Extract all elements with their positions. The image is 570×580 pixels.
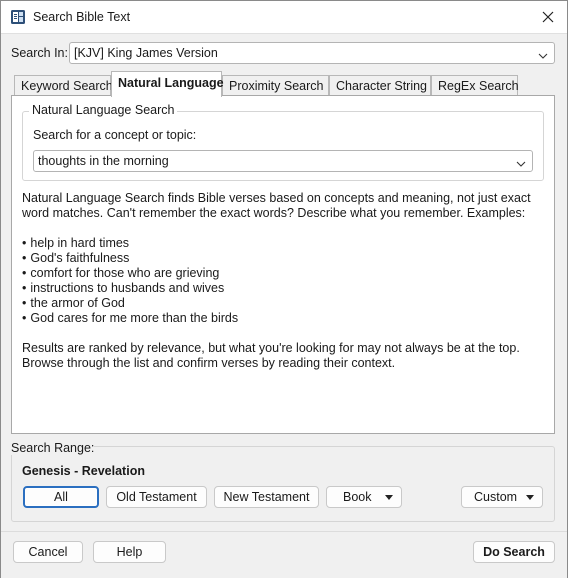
nl-description: Natural Language Search finds Bible vers… (22, 191, 531, 220)
list-item: comfort for those who are grieving (22, 266, 238, 281)
concept-prompt-label: Search for a concept or topic: (33, 128, 197, 142)
all-range-button[interactable]: All (23, 486, 99, 508)
dropdown-arrow-icon (526, 495, 534, 500)
relevance-note: Results are ranked by relevance, but wha… (22, 341, 520, 370)
custom-dropdown-button[interactable]: Custom (461, 486, 543, 508)
tab-proximity-search[interactable]: Proximity Search (222, 75, 329, 96)
do-search-button[interactable]: Do Search (473, 541, 555, 563)
book-label: Book (343, 490, 372, 504)
dialog-body: Search In: [KJV] King James Version Keyw… (1, 34, 567, 578)
natural-language-panel: Natural Language Search Search for a con… (11, 95, 555, 434)
examples-list: help in hard times God's faithfulness co… (22, 236, 238, 326)
version-select-value: [KJV] King James Version (74, 46, 218, 60)
tab-character-string[interactable]: Character String (329, 75, 431, 96)
dropdown-arrow-icon (385, 495, 393, 500)
search-in-label: Search In: (11, 46, 68, 60)
custom-label: Custom (474, 490, 518, 504)
tab-natural-language[interactable]: Natural Language (111, 71, 224, 97)
chevron-down-icon[interactable] (516, 157, 526, 167)
current-range: Genesis - Revelation (22, 464, 145, 478)
old-testament-button[interactable]: Old Testament (106, 486, 207, 508)
list-item: instructions to husbands and wives (22, 281, 238, 296)
tab-regex-search[interactable]: RegEx Search (431, 75, 519, 96)
chevron-down-icon (538, 49, 548, 59)
concept-query-value: thoughts in the morning (38, 154, 169, 168)
nl-group-title: Natural Language Search (29, 103, 178, 117)
all-range-label: All (54, 490, 68, 504)
list-item: help in hard times (22, 236, 238, 251)
list-item: God's faithfulness (22, 251, 238, 266)
window-title: Search Bible Text (33, 10, 131, 24)
help-button[interactable]: Help (93, 541, 166, 563)
search-range-group (11, 446, 555, 522)
footer-divider (1, 531, 567, 532)
search-range-title: Search Range: (11, 441, 95, 455)
tab-keyword-search[interactable]: Keyword Search (14, 75, 113, 96)
list-item: the armor of God (22, 296, 238, 311)
close-icon[interactable] (535, 4, 561, 30)
bible-app-icon (10, 9, 26, 25)
version-select[interactable]: [KJV] King James Version (69, 42, 555, 64)
list-item: God cares for me more than the birds (22, 311, 238, 326)
concept-query-input[interactable]: thoughts in the morning (33, 150, 533, 172)
cancel-button[interactable]: Cancel (13, 541, 83, 563)
search-bible-dialog: Search Bible Text Search In: [KJV] King … (0, 0, 568, 578)
new-testament-button[interactable]: New Testament (214, 486, 319, 508)
book-dropdown-button[interactable]: Book (326, 486, 402, 508)
title-bar: Search Bible Text (1, 1, 567, 34)
nl-search-group: Natural Language Search Search for a con… (22, 103, 544, 181)
